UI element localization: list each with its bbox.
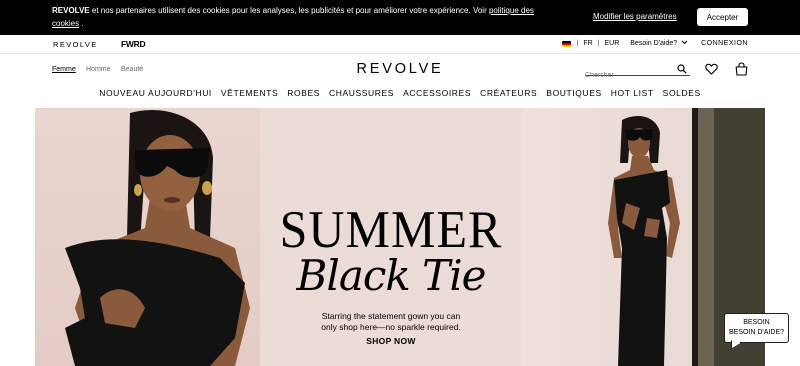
search-icon[interactable] (677, 64, 687, 74)
heart-icon[interactable] (705, 63, 718, 75)
chevron-down-icon (681, 40, 688, 45)
help-menu[interactable]: Besoin D'aide? (630, 40, 688, 47)
revolve-site-link[interactable]: REVOLVE (53, 40, 98, 49)
fwrd-site-link[interactable]: FWRD (121, 39, 146, 49)
utility-right: | FR | EUR Besoin D'aide? CONNEXION (562, 40, 748, 47)
hero-text: SUMMER Black Tie Starring the statement … (260, 108, 522, 366)
modify-settings-link[interactable]: Modifier les paramètres (593, 12, 677, 21)
help-bubble-line1: BESOIN (743, 319, 770, 326)
shop-now-link[interactable]: SHOP NOW (260, 336, 522, 346)
search-input[interactable] (585, 70, 673, 81)
nav-item-boutiques[interactable]: BOUTIQUES (546, 88, 601, 106)
cookie-message-end: . (79, 18, 84, 28)
shopping-bag-icon[interactable] (735, 62, 748, 76)
cookie-brand: REVOLVE (52, 6, 90, 15)
hero-banner[interactable]: SUMMER Black Tie Starring the statement … (35, 108, 765, 366)
nav-item-dresses[interactable]: ROBES (287, 88, 320, 106)
germany-flag-icon[interactable] (562, 40, 572, 47)
main-header: Femme Homme Beauté REVOLVE (0, 55, 800, 87)
nav-item-sale[interactable]: SOLDES (663, 88, 701, 106)
login-link[interactable]: CONNEXION (701, 40, 748, 47)
hero-description-line2: only shop here—no sparkle required. (321, 322, 461, 332)
search-box (585, 64, 690, 81)
nav-item-shoes[interactable]: CHAUSSURES (329, 88, 394, 106)
help-chat-button[interactable]: BESOIN BESOIN D'AIDE? (724, 313, 789, 343)
nav-item-accessories[interactable]: ACCESSOIRES (403, 88, 471, 106)
help-label: Besoin D'aide? (630, 40, 678, 47)
cookie-text: REVOLVE et nos partenaires utilisent des… (52, 5, 562, 30)
hero-model-left (35, 108, 260, 366)
main-nav: NOUVEAU AUJOURD'HUI VÊTEMENTS ROBES CHAU… (0, 88, 800, 106)
hero-subtitle: Black Tie (296, 251, 487, 300)
cookie-message: et nos partenaires utilisent des cookies… (89, 6, 489, 15)
hero-description-line1: Starring the statement gown you can (321, 311, 461, 321)
nav-item-hot-list[interactable]: HOT LIST (611, 88, 654, 106)
help-bubble-line2: BESOIN D'AIDE? (728, 329, 785, 336)
separator: | (576, 40, 579, 47)
hero-title: SUMMER (279, 199, 503, 259)
utility-bar: REVOLVE FWRD | FR | EUR Besoin D'aide? C… (0, 35, 800, 54)
nav-item-clothing[interactable]: VÊTEMENTS (221, 88, 278, 106)
nav-item-designers[interactable]: CRÉATEURS (480, 88, 537, 106)
model-right-illustration (608, 116, 680, 366)
currency-selector[interactable]: EUR (604, 40, 619, 47)
cookie-banner: REVOLVE et nos partenaires utilisent des… (0, 0, 800, 35)
nav-item-new-today[interactable]: NOUVEAU AUJOURD'HUI (99, 88, 212, 106)
separator: | (597, 40, 600, 47)
hero-description: Starring the statement gown you can only… (260, 311, 522, 333)
language-selector[interactable]: FR (583, 40, 592, 47)
model-left-illustration (65, 110, 250, 366)
accept-cookies-button[interactable]: Accepter (697, 8, 748, 26)
